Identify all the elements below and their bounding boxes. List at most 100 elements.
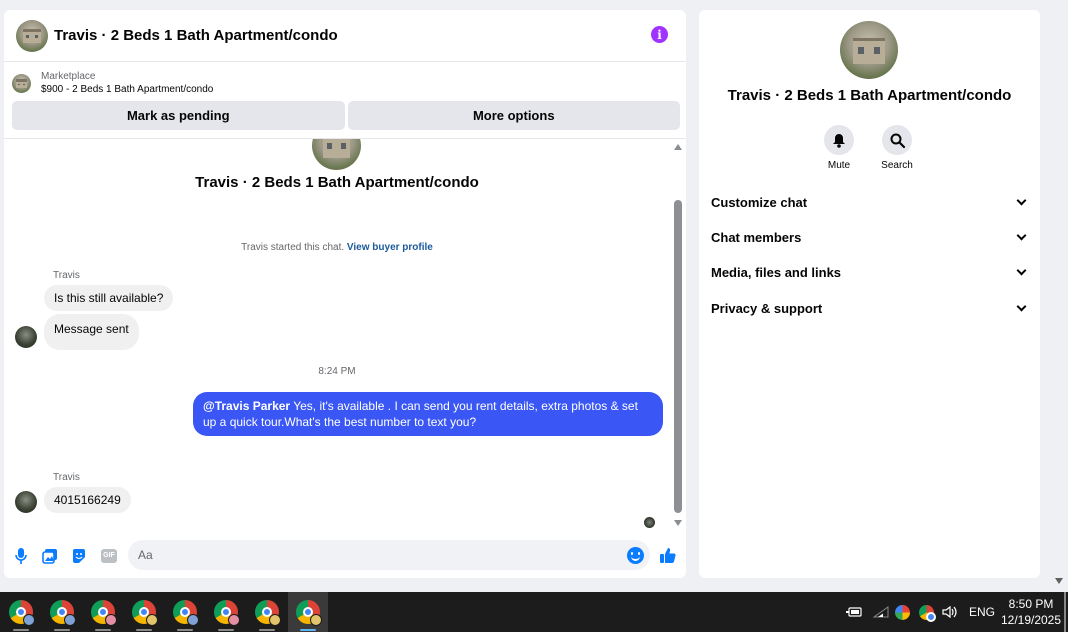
incoming-message[interactable]: Message sent [44, 314, 139, 350]
profile-badge-icon [269, 614, 281, 626]
section-label: Privacy & support [711, 300, 823, 316]
conversation-title: Travis · 2 Beds 1 Bath Apartment/condo [195, 174, 479, 191]
taskbar-chrome-window[interactable] [206, 592, 246, 632]
bell-icon[interactable] [824, 125, 854, 155]
chevron-down-icon [1016, 265, 1027, 275]
clock-time: 8:50 PM [1008, 597, 1054, 611]
section-label: Customize chat [711, 194, 808, 210]
listing-price-title: $900 - 2 Beds 1 Bath Apartment/condo [41, 83, 214, 95]
marketplace-label: Marketplace [41, 70, 96, 82]
media-files-links-section[interactable]: Media, files and links [711, 261, 1029, 283]
chrome-icon [9, 600, 35, 626]
mark-as-pending-button[interactable]: Mark as pending [12, 101, 345, 130]
chat-title[interactable]: Travis · 2 Beds 1 Bath Apartment/condo [54, 27, 338, 44]
message-sender: Travis [53, 472, 80, 483]
input-language-indicator[interactable]: ENG [969, 592, 995, 632]
running-indicator [136, 629, 152, 631]
sticker-icon[interactable] [71, 548, 87, 564]
system-clock[interactable]: 8:50 PM 12/19/2025 [996, 596, 1066, 628]
gif-icon[interactable]: GIF [100, 548, 118, 564]
taskbar-chrome-window[interactable] [83, 592, 123, 632]
language-label: ENG [969, 605, 996, 619]
chrome-icon [50, 600, 76, 626]
listing-actions: Mark as pending More options [12, 101, 680, 130]
chrome-icon [91, 600, 117, 626]
details-avatar[interactable] [840, 21, 898, 79]
scroll-up-arrow[interactable] [674, 144, 682, 150]
chrome-icon [173, 600, 199, 626]
read-receipt-avatar [644, 517, 655, 528]
app-tray-icon[interactable] [895, 592, 910, 632]
chat-avatar[interactable] [16, 19, 48, 52]
page-scrollbar[interactable] [1050, 0, 1068, 592]
search-icon[interactable] [882, 125, 912, 155]
taskbar-chrome-window[interactable] [165, 592, 205, 632]
chat-panel: Travis · 2 Beds 1 Bath Apartment/condo i… [4, 10, 686, 578]
incoming-message[interactable]: 4015166249 [44, 487, 131, 513]
more-options-button[interactable]: More options [347, 101, 680, 130]
scroll-down-arrow[interactable] [1055, 578, 1063, 584]
gif-label: GIF [101, 549, 117, 563]
running-indicator [13, 629, 29, 631]
chat-members-section[interactable]: Chat members [711, 226, 1029, 248]
chat-started-notice: Travis started this chat. View buyer pro… [4, 242, 670, 253]
search-action[interactable]: Search [867, 125, 927, 171]
profile-badge-icon [105, 614, 117, 626]
battery-icon[interactable] [846, 592, 862, 632]
profile-badge-icon [228, 614, 240, 626]
customize-chat-section[interactable]: Customize chat [711, 191, 1029, 213]
chrome-icon [214, 600, 240, 626]
privacy-support-section[interactable]: Privacy & support [711, 297, 1029, 319]
chevron-down-icon [1016, 301, 1027, 311]
outgoing-message[interactable]: @Travis Parker Yes, it's available . I c… [193, 392, 663, 436]
incoming-message[interactable]: Is this still available? [44, 285, 174, 311]
scroll-down-arrow[interactable] [674, 520, 682, 526]
taskbar-chrome-window[interactable] [247, 592, 287, 632]
chrome-icon [255, 600, 281, 626]
taskbar-chrome-window[interactable] [124, 592, 164, 632]
wifi-icon[interactable] [873, 592, 889, 632]
profile-badge-icon [310, 614, 322, 626]
profile-badge-icon [23, 614, 35, 626]
microphone-icon[interactable] [13, 548, 29, 564]
running-indicator [300, 629, 316, 631]
search-label: Search [881, 160, 913, 171]
chrome-tray-icon[interactable] [919, 592, 936, 632]
profile-badge-icon [64, 614, 76, 626]
conversation-details-panel: Travis · 2 Beds 1 Bath Apartment/condo M… [699, 10, 1040, 578]
taskbar-chrome-window[interactable] [288, 592, 328, 632]
message-input[interactable] [128, 540, 650, 570]
chevron-down-icon [1016, 195, 1027, 205]
profile-badge-icon [187, 614, 199, 626]
mention-travis-parker[interactable]: @Travis Parker [203, 399, 290, 413]
mute-label: Mute [827, 160, 851, 171]
chrome-icon [132, 600, 158, 626]
marketplace-listing[interactable]: Marketplace $900 - 2 Beds 1 Bath Apartme… [12, 68, 682, 98]
thumbs-up-icon[interactable] [659, 546, 677, 564]
photo-icon[interactable] [42, 548, 58, 564]
show-desktop-button[interactable] [1064, 592, 1066, 632]
message-scrollbar[interactable] [672, 139, 684, 533]
details-title: Travis · 2 Beds 1 Bath Apartment/condo [727, 87, 1012, 104]
profile-badge-icon [146, 614, 158, 626]
chrome-icon [296, 600, 322, 626]
windows-taskbar: ENG 8:50 PM 12/19/2025 [0, 592, 1068, 632]
running-indicator [177, 629, 193, 631]
mute-action[interactable]: Mute [809, 125, 869, 171]
volume-icon[interactable] [942, 592, 958, 632]
message-timestamp: 8:24 PM [318, 366, 356, 377]
clock-date: 12/19/2025 [1000, 613, 1062, 627]
message-list: Travis · 2 Beds 1 Bath Apartment/condo T… [4, 138, 686, 533]
running-indicator [218, 629, 234, 631]
message-sender: Travis [53, 270, 80, 281]
info-icon[interactable]: i [651, 26, 668, 43]
scroll-thumb[interactable] [674, 200, 682, 513]
sender-avatar[interactable] [15, 491, 37, 513]
taskbar-chrome-window[interactable] [42, 592, 82, 632]
running-indicator [95, 629, 111, 631]
taskbar-chrome-window[interactable] [1, 592, 41, 632]
view-buyer-profile-link[interactable]: View buyer profile [347, 242, 433, 253]
emoji-icon[interactable] [627, 547, 644, 564]
sender-avatar[interactable] [15, 326, 37, 348]
section-label: Media, files and links [711, 264, 842, 280]
